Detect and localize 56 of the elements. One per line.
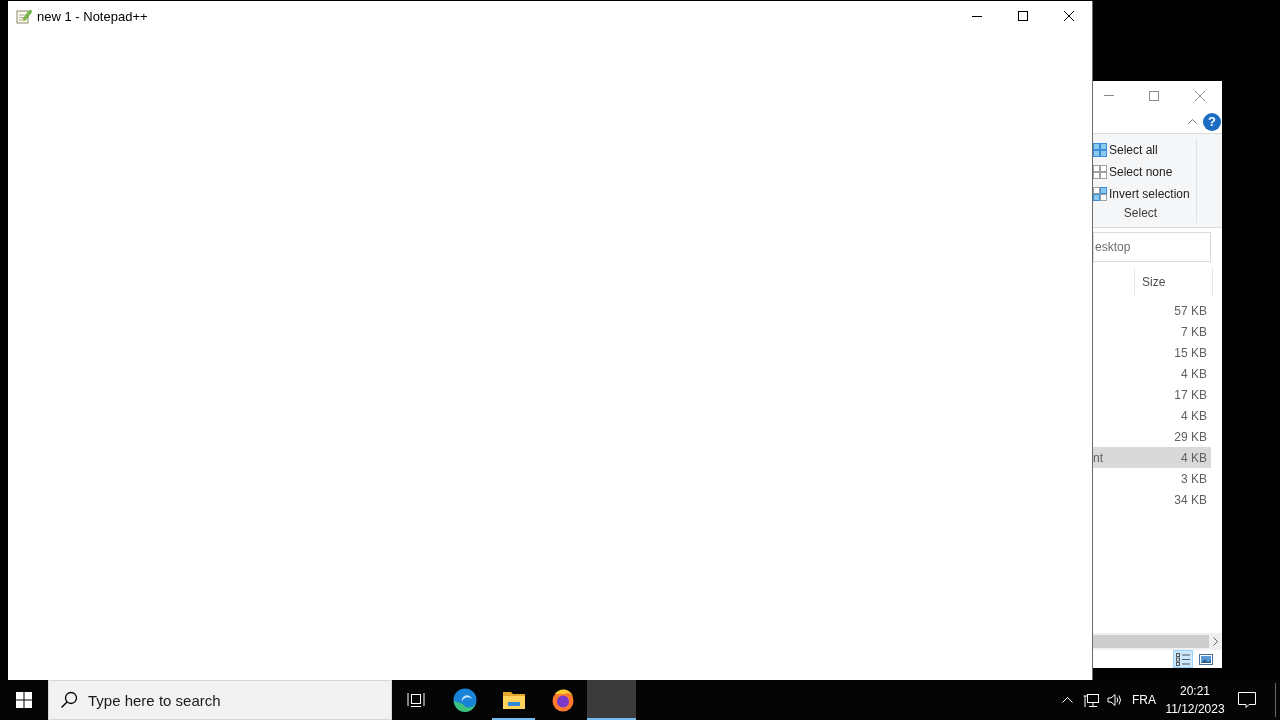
folder-icon xyxy=(501,690,526,710)
column-header[interactable]: Size xyxy=(1134,268,1213,295)
file-row[interactable]: 4 KB xyxy=(1093,363,1211,384)
size-cell: 15 KB xyxy=(1174,345,1207,360)
file-row[interactable]: 34 KB xyxy=(1093,489,1211,510)
chevron-up-icon xyxy=(1187,119,1197,124)
file-row[interactable]: nt 4 KB xyxy=(1093,447,1211,468)
chevron-right-icon xyxy=(1213,637,1218,646)
grid-icon xyxy=(1093,143,1107,157)
size-cell: 17 KB xyxy=(1174,387,1207,402)
file-row[interactable]: 57 KB xyxy=(1093,300,1211,321)
size-cell: 3 KB xyxy=(1181,471,1207,486)
horizontal-scrollbar[interactable] xyxy=(1093,633,1222,650)
search-field[interactable]: Type here to search xyxy=(48,680,392,720)
size-cell: 4 KB xyxy=(1181,366,1207,381)
name-cell: nt xyxy=(1093,450,1103,465)
chevron-up-icon xyxy=(1061,697,1073,703)
size-cell: 4 KB xyxy=(1181,450,1207,465)
ribbon-button[interactable]: Select all xyxy=(1093,139,1196,161)
minimize-icon xyxy=(1104,95,1114,96)
file-row[interactable]: 7 KB xyxy=(1093,321,1211,342)
maximize-icon xyxy=(1018,11,1028,21)
file-row[interactable]: 15 KB xyxy=(1093,342,1211,363)
size-cell: 34 KB xyxy=(1174,492,1207,507)
search-field[interactable]: esktop xyxy=(1093,232,1211,262)
flame-globe-icon xyxy=(550,688,575,712)
volume-icon xyxy=(1107,693,1123,707)
notification-icon xyxy=(1238,691,1256,709)
clock-button[interactable]: 20:21 11/12/2023 xyxy=(1161,680,1229,720)
close-icon xyxy=(1064,11,1074,21)
file-row[interactable]: 4 KB xyxy=(1093,405,1211,426)
size-cell: 57 KB xyxy=(1174,303,1207,318)
help-button[interactable]: ? xyxy=(1203,112,1221,131)
minimize-icon xyxy=(972,15,982,17)
file-row[interactable]: 3 KB xyxy=(1093,468,1211,489)
size-cell: 4 KB xyxy=(1181,408,1207,423)
file-row[interactable]: 29 KB xyxy=(1093,426,1211,447)
search-icon xyxy=(60,691,78,709)
group-label: Select xyxy=(1122,206,1159,220)
maximize-icon xyxy=(1149,90,1159,101)
swirl-icon xyxy=(452,688,477,712)
notepad-icon xyxy=(16,8,32,24)
view-button[interactable] xyxy=(1173,650,1193,668)
picture-icon xyxy=(1199,653,1213,665)
ribbon-button[interactable]: Invert selection xyxy=(1093,183,1196,205)
window-title: new 1 - Notepad++ xyxy=(37,8,148,24)
close-icon xyxy=(1194,90,1205,101)
size-cell: 29 KB xyxy=(1174,429,1207,444)
ribbon-button[interactable]: Select none xyxy=(1093,161,1196,183)
language-button[interactable]: FRA xyxy=(1127,680,1161,720)
network-icon xyxy=(1083,692,1099,708)
list-icon xyxy=(1176,652,1190,666)
file-row[interactable]: 17 KB xyxy=(1093,384,1211,405)
task-view-icon xyxy=(407,692,425,708)
start-icon xyxy=(16,692,32,708)
size-cell: 7 KB xyxy=(1181,324,1207,339)
